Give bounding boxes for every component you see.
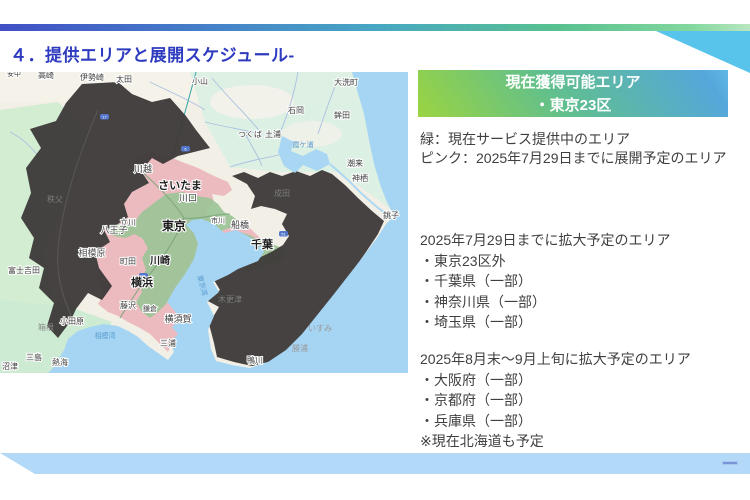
city-label: 富士吉田 — [8, 265, 40, 275]
city-label: 町田 — [120, 257, 136, 266]
city-label: 神栖 — [352, 173, 368, 183]
city-label: 銚子 — [383, 210, 399, 220]
city-label: 秩父 — [47, 194, 63, 204]
slide-title: ４．提供エリアと展開スケジュール- — [10, 41, 295, 66]
panel-header: 現在獲得可能エリア ・東京23区 — [418, 70, 728, 117]
city-label: 成田 — [274, 188, 290, 198]
list-item: ※現在北海道も予定 — [420, 431, 748, 452]
section-items: ・大阪府（一部）・京都府（一部）・兵庫県（一部）※現在北海道も予定 — [420, 370, 748, 452]
city-label: 潮来 — [347, 158, 363, 168]
city-label: さいたま — [158, 179, 202, 192]
city-label: 千葉 — [251, 237, 274, 251]
city-label: 勝浦 — [292, 343, 308, 353]
water-label: 霞ケ浦 — [293, 140, 314, 149]
city-label: 太田 — [116, 74, 132, 84]
legend-line-pink: ピンク：2025年7月29日までに展開予定のエリア — [420, 149, 748, 168]
city-label: いすみ — [308, 324, 332, 333]
section-heading: 2025年7月29日までに拡大予定のエリア — [420, 230, 748, 251]
city-label: 大洗町 — [334, 77, 358, 87]
list-item: ・埼玉県（一部） — [420, 312, 748, 333]
city-label: 高崎 — [38, 72, 54, 80]
expansion-section-autumn: 2025年8月末～9月上旬に拡大予定のエリア ・大阪府（一部）・京都府（一部）・… — [420, 349, 748, 452]
list-item: ・大阪府（一部） — [420, 370, 748, 391]
city-label: 沼津 — [2, 361, 18, 371]
city-label: 藤沢 — [120, 300, 136, 310]
list-item: ・神奈川県（一部） — [420, 292, 748, 313]
service-area-map: 1761651 高崎安中伊勢崎太田小山さいたま川越川口東京立川八王子相模原町田川… — [0, 72, 408, 373]
water-label: 相模湾 — [95, 331, 116, 340]
section-items: ・東京23区外・千葉県（一部）・神奈川県（一部）・埼玉県（一部） — [420, 251, 748, 333]
city-label: 横浜 — [131, 275, 153, 289]
list-item: ・東京23区外 — [420, 251, 748, 272]
city-label: 安中 — [7, 72, 21, 78]
city-label: 石岡 — [288, 106, 304, 115]
panel-header-line2: ・東京23区 — [418, 95, 728, 116]
legend-line-green: 緑：現在サービス提供中のエリア — [420, 130, 748, 149]
city-label: 川崎 — [149, 254, 170, 267]
list-item: ・京都府（一部） — [420, 390, 748, 411]
city-label: 八王子 — [100, 225, 127, 235]
legend-text: 緑：現在サービス提供中のエリア ピンク：2025年7月29日までに展開予定のエリ… — [420, 130, 748, 168]
city-label: つくば — [238, 130, 262, 139]
city-label: 川越 — [134, 163, 152, 174]
panel-header-line1: 現在獲得可能エリア — [418, 72, 728, 93]
city-label: 小田原 — [60, 317, 84, 326]
top-accent-bar — [0, 24, 750, 31]
city-label: 三浦 — [160, 338, 176, 348]
city-label: 川口 — [179, 193, 197, 203]
city-label: 土浦 — [265, 129, 281, 139]
city-label: 船橋 — [231, 219, 249, 230]
expansion-section-july: 2025年7月29日までに拡大予定のエリア ・東京23区外・千葉県（一部）・神奈… — [420, 230, 748, 333]
city-label: 東京 — [162, 218, 186, 233]
list-item: ・兵庫県（一部） — [420, 411, 748, 432]
city-label: 横須賀 — [164, 313, 191, 324]
bottom-accent-bar — [0, 453, 750, 474]
city-label: 熱海 — [52, 357, 68, 367]
city-label: 鴨川 — [247, 355, 263, 365]
city-label: 鉾田 — [334, 110, 350, 120]
city-label: 三島 — [26, 352, 42, 362]
section-heading: 2025年8月末～9月上旬に拡大予定のエリア — [420, 349, 748, 370]
city-label: 鎌倉 — [143, 304, 157, 313]
bottom-dash-decoration — [722, 461, 738, 465]
city-label: 伊勢崎 — [80, 72, 104, 82]
city-label: 木更津 — [218, 294, 242, 304]
city-label: 箱根 — [38, 322, 54, 332]
route-shield-number: 17 — [102, 114, 107, 119]
corner-triangle-decoration — [656, 31, 750, 73]
list-item: ・千葉県（一部） — [420, 271, 748, 292]
city-label: 市川 — [211, 216, 225, 225]
map-svg: 1761651 高崎安中伊勢崎太田小山さいたま川越川口東京立川八王子相模原町田川… — [0, 72, 408, 373]
city-label: 相模原 — [78, 247, 105, 258]
route-shield-number: 51 — [281, 231, 286, 236]
city-label: 小山 — [192, 76, 208, 86]
